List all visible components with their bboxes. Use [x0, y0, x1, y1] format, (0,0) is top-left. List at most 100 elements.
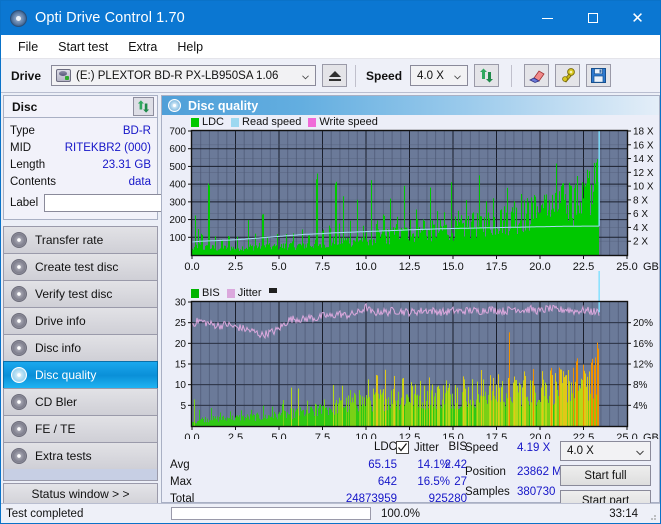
drive-select[interactable]: (E:) PLEXTOR BD-R PX-LB950SA 1.06 [51, 65, 317, 86]
menu-extra[interactable]: Extra [119, 37, 166, 57]
legend-swatch-read-speed [231, 117, 240, 127]
sidebar-item-transfer-rate[interactable]: Transfer rate [3, 226, 158, 253]
sidebar-label: Drive info [35, 314, 86, 328]
disc-mid-value: RITEKBR2 (000) [64, 141, 151, 154]
window-title: Opti Drive Control 1.70 [35, 10, 185, 26]
svg-text:7.5: 7.5 [315, 432, 330, 439]
speed-label: Speed [366, 68, 403, 83]
speed-select[interactable]: 4.0 X [410, 65, 469, 86]
close-icon: ✕ [631, 9, 644, 27]
sidebar-item-disc-info[interactable]: Disc info [3, 334, 158, 361]
app-disc-icon [10, 9, 27, 27]
title-bar: Opti Drive Control 1.70 ✕ [1, 1, 660, 35]
svg-text:6 X: 6 X [633, 209, 648, 220]
svg-text:0.0: 0.0 [184, 261, 199, 273]
eject-icon [328, 70, 341, 81]
svg-text:17.5: 17.5 [486, 432, 507, 439]
disc-contents-label: Contents [10, 175, 57, 188]
disc-panel-title: Disc [12, 99, 38, 114]
status-window-button[interactable]: Status window > > [3, 483, 158, 505]
svg-text:5: 5 [180, 401, 186, 412]
test-speed-value: 4.0 X [567, 445, 594, 457]
sidebar-item-disc-quality[interactable]: Disc quality [3, 361, 158, 388]
resize-grip-icon[interactable] [647, 511, 657, 521]
svg-text:10.0: 10.0 [355, 261, 376, 273]
svg-text:0.0: 0.0 [184, 432, 199, 439]
stats-row-label-avg: Avg [170, 459, 190, 471]
svg-text:17.5: 17.5 [486, 261, 507, 273]
menu-help[interactable]: Help [168, 37, 212, 57]
disc-panel: Disc Type BD-R MID RITEKBR2 (000) Length… [3, 95, 234, 220]
start-full-button[interactable]: Start full [560, 465, 651, 486]
legend-item-write-speed: Write speed [308, 116, 378, 128]
svg-text:25: 25 [175, 318, 187, 329]
sidebar-item-cd-bler[interactable]: CD Bler [3, 388, 158, 415]
test-speed-select[interactable]: 4.0 X [560, 441, 651, 461]
sidebar-item-verify-test-disc[interactable]: Verify test disc [3, 280, 158, 307]
disc-label-row: Label [10, 192, 234, 214]
refresh-button[interactable] [474, 64, 500, 87]
svg-text:5.0: 5.0 [271, 432, 286, 439]
save-button[interactable] [586, 64, 612, 87]
disc-quality-icon [168, 99, 181, 112]
svg-text:20: 20 [175, 339, 187, 350]
svg-text:25.0: 25.0 [616, 432, 637, 439]
maximize-button[interactable] [570, 1, 615, 35]
samples-stat-label: Samples [465, 486, 510, 498]
svg-text:22.5: 22.5 [573, 261, 594, 273]
left-panel: Disc Type BD-R MID RITEKBR2 (000) Length… [3, 95, 234, 505]
svg-text:GB: GB [643, 432, 659, 439]
tools-button[interactable] [555, 64, 581, 87]
sidebar-item-fe-te[interactable]: FE / TE [3, 415, 158, 442]
svg-text:10: 10 [175, 380, 187, 391]
menu-file[interactable]: File [9, 37, 47, 57]
sidebar-item-create-test-disc[interactable]: Create test disc [3, 253, 158, 280]
disc-icon [11, 340, 27, 356]
svg-text:20.0: 20.0 [529, 432, 550, 439]
disc-mid-label: MID [10, 141, 32, 154]
sidebar-item-extra-tests[interactable]: Extra tests [3, 442, 158, 469]
svg-text:20.0: 20.0 [529, 261, 550, 273]
sidebar-item-drive-info[interactable]: Drive info [3, 307, 158, 334]
ldc-chart-legend: LDC Read speed Write speed [191, 116, 385, 128]
status-bar: Test completed 100.0% 33:14 [1, 503, 660, 523]
disc-icon [11, 367, 27, 383]
svg-text:12.5: 12.5 [399, 432, 420, 439]
disc-row-type: Type BD-R [10, 122, 151, 139]
bis-chart-legend: BIS Jitter [191, 287, 287, 299]
sidebar-label: Create test disc [35, 260, 119, 274]
legend-swatch-jitter [226, 288, 235, 298]
svg-text:15: 15 [175, 360, 187, 371]
content-title: Disc quality [188, 98, 259, 113]
sidebar-label: Disc info [35, 341, 82, 355]
stats-row-label-max: Max [170, 476, 192, 488]
legend-item-ldc: LDC [191, 116, 224, 128]
disc-contents-value: data [128, 175, 151, 188]
jitter-max-value: 16.5% [417, 476, 450, 488]
stats-max-ldc: 642 [377, 476, 397, 488]
stats-avg-ldc: 65.15 [368, 459, 397, 471]
close-button[interactable]: ✕ [615, 1, 660, 35]
disc-icon [11, 259, 27, 275]
speed-stat-label: Speed [465, 442, 499, 454]
svg-text:300: 300 [169, 197, 186, 208]
minimize-button[interactable] [525, 1, 570, 35]
erase-button[interactable] [524, 64, 550, 87]
svg-text:7.5: 7.5 [315, 261, 330, 273]
svg-text:200: 200 [169, 215, 186, 226]
svg-text:8 X: 8 X [633, 195, 648, 206]
eject-button[interactable] [322, 64, 348, 87]
svg-text:600: 600 [169, 144, 186, 155]
disc-info-list: Type BD-R MID RITEKBR2 (000) Length 23.3… [4, 118, 234, 219]
legend-label-write-speed: Write speed [319, 116, 378, 128]
jitter-checkbox[interactable] [396, 441, 409, 454]
save-icon [591, 68, 607, 83]
drive-icon [56, 69, 72, 82]
disc-refresh-button[interactable] [133, 97, 154, 116]
sidebar-label: FE / TE [35, 422, 76, 436]
disc-row-contents: Contents data [10, 173, 151, 190]
menu-start-test[interactable]: Start test [49, 37, 117, 57]
svg-text:500: 500 [169, 162, 186, 173]
toolbar-separator-2 [511, 64, 513, 87]
legend-label-ldc: LDC [202, 116, 225, 128]
